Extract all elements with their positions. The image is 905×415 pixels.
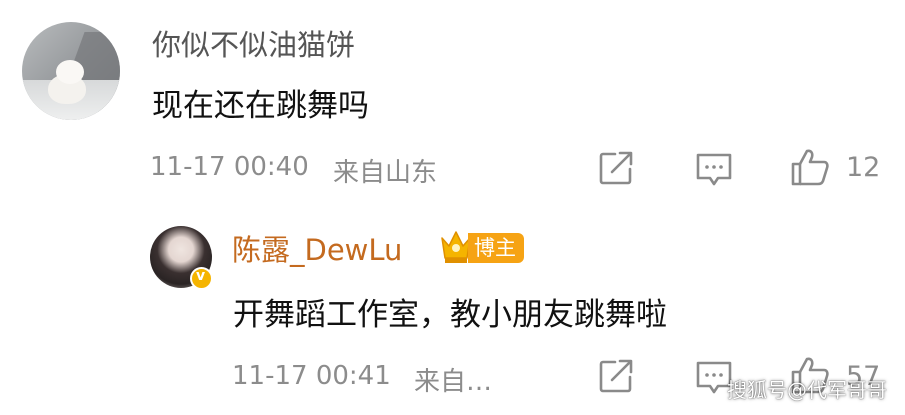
like-count: 12 — [846, 152, 881, 183]
watermark: 搜狐号@代军哥哥 — [727, 378, 887, 402]
verified-badge-icon: v — [190, 267, 213, 290]
reply-location: 来自… — [414, 367, 493, 397]
reply-timestamp: 11-17 00:41 — [232, 361, 391, 391]
commenter-avatar[interactable] — [22, 22, 120, 120]
reply-icon[interactable] — [695, 152, 733, 188]
reply-text: 开舞蹈工作室，教小朋友跳舞啦 — [233, 297, 667, 333]
comment-timestamp: 11-17 00:40 — [150, 152, 309, 182]
replier-username[interactable]: 陈露_DewLu — [232, 227, 402, 269]
share-icon[interactable] — [598, 150, 634, 186]
comment-text: 现在还在跳舞吗 — [152, 88, 369, 124]
comment-location: 来自山东 — [333, 158, 438, 188]
like-icon[interactable] — [790, 147, 830, 187]
commenter-username[interactable]: 你似不似油猫饼 — [152, 22, 355, 64]
reply-share-icon[interactable] — [598, 358, 634, 394]
host-badge: 博主 — [468, 233, 524, 263]
